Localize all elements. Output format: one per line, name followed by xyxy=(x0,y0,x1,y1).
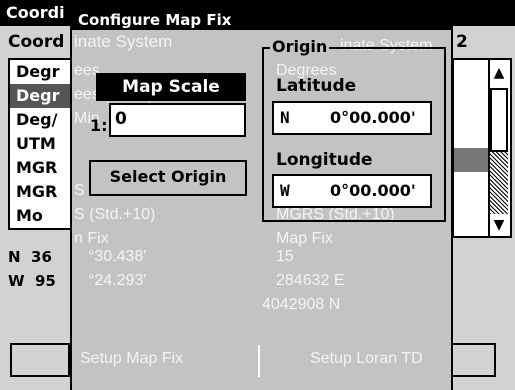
list-item[interactable]: Mo xyxy=(10,204,72,228)
list-item[interactable]: MGR xyxy=(10,156,72,180)
longitude-value: 0°00.000' xyxy=(330,181,416,200)
background-heading: Coord xyxy=(8,32,65,52)
background-coordinate-list[interactable]: Degr Degr Deg/ UTM MGR MGR Mo xyxy=(8,58,74,230)
ghost-setup-loran-td: Setup Loran TD xyxy=(310,350,423,367)
ghost-heading: inate System xyxy=(74,32,173,51)
longitude-degrees: 95 xyxy=(35,272,56,290)
longitude-hemisphere: W xyxy=(8,272,25,290)
map-scale-input[interactable]: 0 xyxy=(109,103,246,137)
setup-loran-td-button[interactable] xyxy=(452,343,496,377)
ghost-right-latitude: 15 xyxy=(276,248,294,265)
ghost-right-longitude: 284632 E xyxy=(276,272,345,289)
scrollbar-thumb[interactable] xyxy=(490,88,508,152)
latitude-input[interactable]: N 0°00.000' xyxy=(272,101,432,135)
ghost-divider xyxy=(258,345,260,377)
ghost-extra: 4042908 N xyxy=(262,296,341,313)
longitude-input[interactable]: W 0°00.000' xyxy=(272,174,432,208)
select-origin-button[interactable]: Select Origin xyxy=(89,160,247,196)
longitude-label: Longitude xyxy=(276,150,373,170)
ghost-list-item: S (Std.+10) xyxy=(74,206,156,223)
background-latitude-row: N 36 xyxy=(8,248,52,266)
setup-map-fix-button[interactable] xyxy=(10,343,70,377)
ghost-setup-map-fix: Setup Map Fix xyxy=(80,350,184,367)
ghost-longitude: °24.293' xyxy=(88,272,147,289)
longitude-hemisphere-value: W xyxy=(280,181,290,200)
ghost-latitude: °30.438' xyxy=(88,248,147,265)
dialog-title-bar: Configure Map Fix xyxy=(70,10,453,30)
ghost-list-item: S xyxy=(74,182,85,199)
ghost-list-item: n Fix xyxy=(74,230,109,247)
background-window-title: Coordi xyxy=(6,3,65,22)
latitude-degrees: 36 xyxy=(31,248,52,266)
background-longitude-row: W 95 xyxy=(8,272,56,290)
origin-group-label: Origin xyxy=(270,37,330,56)
list-item-selected[interactable]: Degr xyxy=(10,84,72,108)
list-item[interactable]: Deg/ xyxy=(10,108,72,132)
scroll-down-arrow-icon[interactable]: ▼ xyxy=(490,216,508,234)
list-item[interactable]: UTM xyxy=(10,132,72,156)
background-right-selection xyxy=(454,148,490,172)
map-scale-header: Map Scale xyxy=(96,73,246,101)
latitude-value: 0°00.000' xyxy=(330,108,416,127)
dialog-title: Configure Map Fix xyxy=(78,11,232,29)
background-heading-right: 2 xyxy=(456,32,468,52)
scroll-up-arrow-icon[interactable]: ▲ xyxy=(490,64,508,82)
map-scale-prefix: 1: xyxy=(90,116,108,135)
latitude-label: Latitude xyxy=(276,76,357,96)
ghost-right-item: Map Fix xyxy=(276,230,333,247)
scrollbar-track-fill xyxy=(490,152,508,214)
latitude-hemisphere: N xyxy=(8,248,21,266)
list-item[interactable]: Degr xyxy=(10,60,72,84)
list-item[interactable]: MGR xyxy=(10,180,72,204)
latitude-hemisphere-value: N xyxy=(280,108,290,127)
